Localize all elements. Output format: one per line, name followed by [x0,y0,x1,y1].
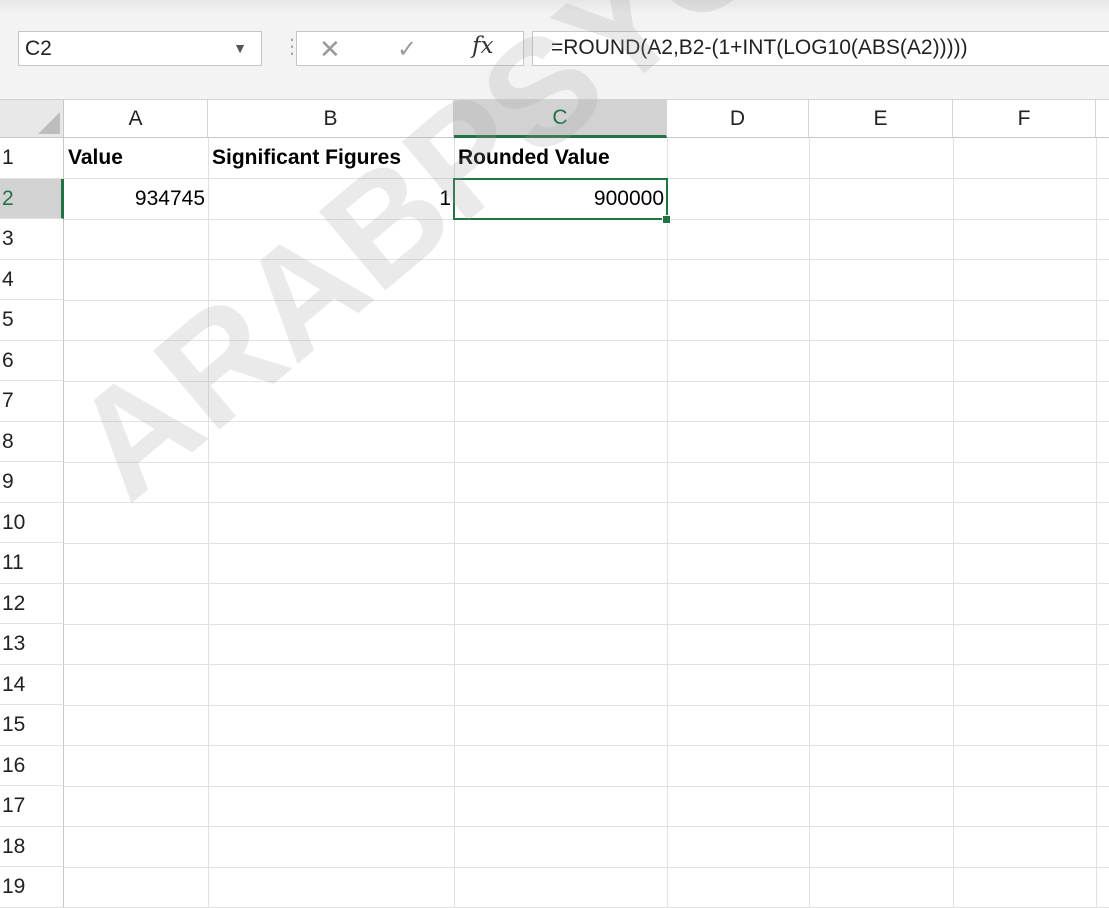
row-header-13[interactable]: 13 [0,624,64,665]
gridline-row [64,421,1109,422]
cell-a1[interactable]: Value [64,138,208,179]
gridline-row [64,826,1109,827]
select-all-button[interactable] [0,100,64,138]
gridline-row [64,745,1109,746]
column-header-a[interactable]: A [64,100,208,138]
cell-b2[interactable]: 1 [208,179,454,220]
formula-bar-separator [0,82,1109,100]
row-header-12[interactable]: 12 [0,583,64,624]
formula-bar: C2 ▼ ⋮ ✕ ✓ fx =ROUND(A2,B2-(1+INT(LOG10(… [0,14,1109,82]
row-header-14[interactable]: 14 [0,664,64,705]
name-box[interactable]: C2 ▼ [18,31,262,66]
gridline-col-e [809,138,810,908]
row-header-1[interactable]: 1 [0,138,64,179]
row-header-15[interactable]: 15 [0,705,64,746]
formula-input[interactable]: =ROUND(A2,B2-(1+INT(LOG10(ABS(A2))))) [532,31,1109,66]
gridline-col-c [454,138,455,908]
cancel-icon[interactable]: ✕ [319,34,341,65]
formula-buttons: ✕ ✓ fx [296,31,524,66]
cell-c1[interactable]: Rounded Value [454,138,667,179]
row-header-17[interactable]: 17 [0,786,64,827]
gridline-row [64,299,1109,301]
spreadsheet-grid: A B C D E F 1 2 3 4 5 6 7 8 9 10 11 12 1… [0,0,1109,908]
row-header-7[interactable]: 7 [0,381,64,422]
name-box-value: C2 [25,37,52,60]
row-header-11[interactable]: 11 [0,543,64,584]
gridline-row [64,542,1109,544]
row-header-10[interactable]: 10 [0,502,64,543]
cell-a2[interactable]: 934745 [64,179,208,220]
active-cell-selection [453,177,668,220]
fill-handle[interactable] [662,215,671,224]
row-header-9[interactable]: 9 [0,462,64,503]
row-header-6[interactable]: 6 [0,340,64,381]
gridline-row [64,583,1109,584]
column-header-d[interactable]: D [667,100,809,138]
gridline-col-d [667,138,668,908]
row-header-5[interactable]: 5 [0,300,64,341]
column-header-f[interactable]: F [953,100,1096,138]
gridline-row [64,785,1109,787]
gridline-row [64,502,1109,503]
row-header-18[interactable]: 18 [0,826,64,867]
column-header-c[interactable]: C [454,100,667,138]
gridline-row [64,259,1109,260]
gridline-col-b [208,138,209,908]
gridline-col-g [1096,138,1097,908]
row-header-2[interactable]: 2 [0,178,64,219]
row-header-8[interactable]: 8 [0,421,64,462]
gridline-row [64,623,1109,625]
row-header-4[interactable]: 4 [0,259,64,300]
insert-function-icon[interactable]: fx [472,33,493,59]
gridline-row [64,866,1109,868]
window-top-edge [0,0,1109,14]
formula-text: =ROUND(A2,B2-(1+INT(LOG10(ABS(A2))))) [551,36,968,59]
chevron-down-icon[interactable]: ▼ [233,40,247,56]
column-header-e[interactable]: E [809,100,953,138]
gridline-row [64,340,1109,341]
row-header-3[interactable]: 3 [0,219,64,260]
gridline-row [64,461,1109,463]
row-header-16[interactable]: 16 [0,745,64,786]
gridline-row [64,380,1109,382]
cell-b1[interactable]: Significant Figures [208,138,454,179]
gridline-row [64,664,1109,665]
column-header-g-partial[interactable] [1096,100,1109,138]
select-all-triangle-icon [38,112,60,134]
gridline-row [64,704,1109,706]
row-header-19[interactable]: 19 [0,867,64,908]
enter-icon[interactable]: ✓ [397,35,417,64]
column-header-b[interactable]: B [208,100,454,138]
gridline-col-f [953,138,954,908]
